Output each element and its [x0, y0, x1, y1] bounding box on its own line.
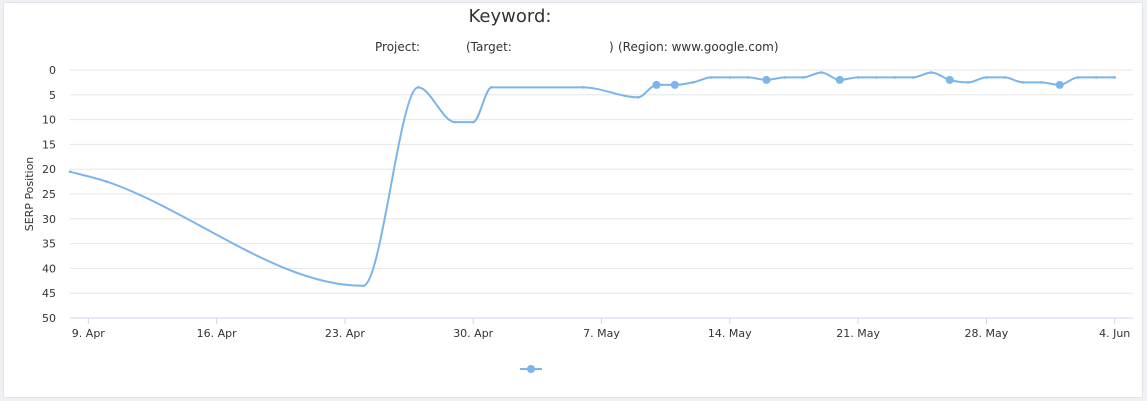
data-point[interactable]	[416, 86, 420, 89]
grid-lines	[70, 69, 1133, 319]
data-point[interactable]	[1113, 76, 1116, 79]
data-point[interactable]	[875, 76, 878, 79]
y-tick-label: 40	[42, 262, 56, 275]
chart-subtitle: Project: (Target: ) (Region: www.google.…	[375, 40, 779, 54]
chart-title: Keyword:	[469, 6, 552, 27]
y-tick-label: 45	[42, 287, 56, 300]
data-point[interactable]	[801, 76, 805, 79]
x-tick-label: 23. Apr	[325, 327, 365, 340]
data-point[interactable]	[728, 76, 732, 79]
x-tick-label: 7. May	[583, 327, 620, 340]
data-point[interactable]	[856, 76, 860, 79]
data-point[interactable]	[911, 76, 915, 79]
data-point[interactable]	[361, 284, 365, 288]
data-point[interactable]	[1040, 81, 1043, 84]
series-line	[69, 71, 1115, 287]
y-tick-label: 35	[42, 238, 56, 251]
data-point[interactable]	[471, 120, 475, 124]
data-point[interactable]	[835, 75, 844, 84]
data-point[interactable]	[930, 71, 933, 74]
y-tick-label: 20	[42, 163, 56, 176]
subtitle-target-close: )	[609, 40, 614, 54]
legend-marker-symbol	[527, 365, 535, 373]
data-point[interactable]	[1021, 81, 1025, 84]
x-tick-label: 4. Jun	[1099, 327, 1130, 340]
data-point[interactable]	[636, 95, 640, 99]
data-point[interactable]	[893, 76, 897, 79]
data-point[interactable]	[1095, 76, 1098, 79]
legend[interactable]	[520, 365, 542, 373]
data-point[interactable]	[820, 71, 823, 74]
series-layer	[68, 71, 1116, 288]
y-tick-label: 50	[42, 312, 56, 325]
data-point[interactable]	[710, 76, 713, 79]
y-axis-ticks: 0 5 10 15 20 25 30 35 40 45 50	[42, 64, 56, 325]
data-point[interactable]	[1055, 80, 1064, 89]
y-tick-label: 30	[42, 213, 56, 226]
data-point[interactable]	[762, 75, 771, 84]
x-axis: 9. Apr 16. Apr 23. Apr 30. Apr 7. May 14. May…	[70, 317, 1133, 340]
data-point[interactable]	[985, 76, 988, 79]
data-point[interactable]	[746, 76, 750, 79]
data-point[interactable]	[1076, 76, 1080, 79]
data-point[interactable]	[68, 170, 72, 173]
x-tick-label: 14. May	[708, 327, 752, 340]
data-point[interactable]	[581, 86, 585, 89]
x-tick-label: 21. May	[836, 327, 880, 340]
data-point[interactable]	[1003, 76, 1007, 79]
y-tick-label: 15	[42, 138, 56, 151]
subtitle-region: (Region: www.google.com)	[618, 40, 779, 54]
y-tick-label: 0	[49, 64, 56, 77]
x-tick-label: 9. Apr	[72, 327, 105, 340]
y-axis-title: SERP Position	[23, 157, 36, 232]
x-tick-label: 28. May	[965, 327, 1009, 340]
y-tick-label: 25	[42, 188, 56, 201]
x-tick-label: 30. Apr	[453, 327, 493, 340]
data-point[interactable]	[453, 120, 457, 124]
data-point[interactable]	[652, 80, 661, 89]
serp-position-chart: Keyword: Project: (Target: ) (Region: ww…	[23, 6, 1133, 373]
data-point[interactable]	[966, 81, 970, 84]
data-point[interactable]	[945, 75, 954, 84]
data-point[interactable]	[490, 86, 493, 89]
data-point[interactable]	[105, 180, 108, 183]
data-point[interactable]	[783, 76, 787, 79]
data-point[interactable]	[691, 81, 695, 84]
x-tick-label: 16. Apr	[197, 327, 237, 340]
data-point[interactable]	[670, 80, 679, 89]
subtitle-target-label: (Target:	[466, 40, 512, 54]
y-tick-label: 5	[49, 89, 56, 102]
subtitle-project-label: Project:	[375, 40, 420, 54]
y-tick-label: 10	[42, 114, 56, 127]
